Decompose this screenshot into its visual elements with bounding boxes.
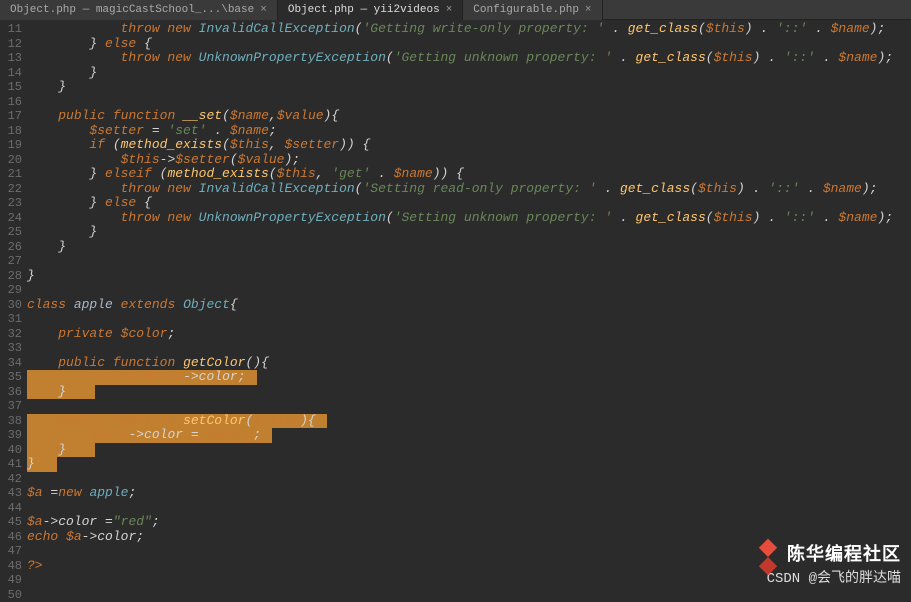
code-area[interactable]: throw new InvalidCallException('Getting …: [27, 20, 911, 592]
line-gutter: 1112131415161718192021222324252627282930…: [0, 20, 27, 592]
editor: 1112131415161718192021222324252627282930…: [0, 20, 911, 592]
tab-2[interactable]: Object.php — yii2videos ×: [278, 0, 463, 20]
tab-1-label: Object.php — magicCastSchool_...\base: [10, 3, 254, 18]
tab-3-label: Configurable.php: [473, 3, 579, 18]
close-icon[interactable]: ×: [446, 3, 453, 18]
close-icon[interactable]: ×: [585, 3, 592, 18]
tab-2-label: Object.php — yii2videos: [288, 3, 440, 18]
tab-3[interactable]: Configurable.php ×: [463, 0, 602, 20]
tab-bar: Object.php — magicCastSchool_...\base × O…: [0, 0, 911, 20]
close-icon[interactable]: ×: [260, 3, 267, 18]
tab-1[interactable]: Object.php — magicCastSchool_...\base ×: [0, 0, 278, 20]
